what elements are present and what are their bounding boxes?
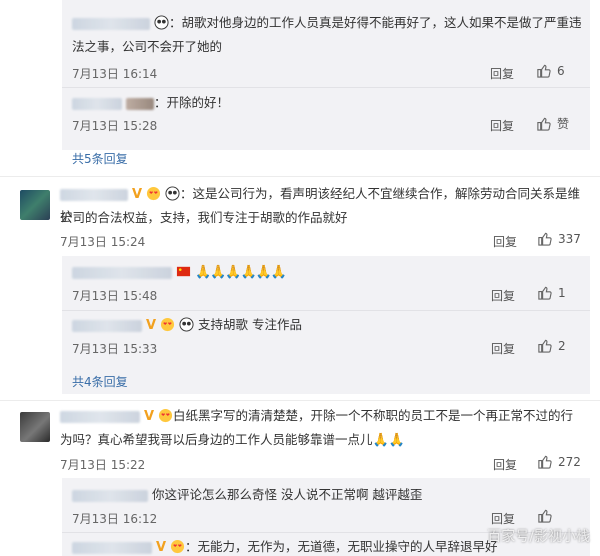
username-emoji-blur bbox=[125, 97, 154, 110]
verified-v-icon: V bbox=[155, 539, 167, 555]
reply-text: 你这评论怎么那么奇怪 没人说不正常啊 越评越歪 bbox=[151, 487, 423, 502]
username[interactable] bbox=[72, 266, 172, 279]
timestamp: 7月13日 16:14 bbox=[72, 67, 158, 81]
like-count: 6 bbox=[557, 63, 565, 78]
like-button[interactable]: 272 bbox=[537, 454, 581, 469]
comment-text: 白纸黑字写的清清楚楚，开除一个不称职的员工不是一个再正常不过的行 bbox=[173, 408, 574, 423]
timestamp: 7月13日 15:33 bbox=[72, 342, 158, 356]
comment-divider bbox=[0, 176, 600, 177]
reply-button[interactable]: 回复 bbox=[493, 456, 517, 473]
reply-text-cont: 法之事，公司不会开了她的 bbox=[72, 39, 223, 54]
panda-emoji-icon bbox=[179, 317, 194, 332]
thumbs-up-icon bbox=[538, 286, 552, 300]
timestamp: 7月13日 16:12 bbox=[72, 512, 158, 526]
love-face-icon bbox=[158, 408, 173, 423]
more-replies-link[interactable]: 共4条回复 bbox=[72, 373, 128, 390]
like-button[interactable]: 1 bbox=[537, 285, 566, 300]
username[interactable] bbox=[72, 541, 152, 554]
reply-item: ：胡歌对他身边的工作人员真是好得不能再好了，这人如果不是做了严重违 bbox=[72, 12, 592, 34]
like-count: 1 bbox=[558, 285, 566, 300]
verified-v-icon: V bbox=[131, 186, 143, 202]
love-face-icon bbox=[146, 186, 161, 201]
reply-text: 支持胡歌 专注作品 bbox=[198, 317, 302, 332]
username[interactable] bbox=[60, 410, 140, 423]
divider bbox=[62, 87, 590, 88]
like-count: 272 bbox=[558, 454, 581, 469]
reply-button[interactable]: 回复 bbox=[491, 287, 515, 304]
reply-item: 你这评论怎么那么奇怪 没人说不正常啊 越评越歪 bbox=[72, 484, 422, 506]
timestamp: 7月13日 15:24 bbox=[60, 235, 146, 249]
like-button[interactable]: 337 bbox=[537, 231, 581, 246]
like-button[interactable] bbox=[537, 508, 552, 523]
like-button[interactable]: 赞 bbox=[536, 115, 569, 132]
divider bbox=[62, 310, 590, 311]
username[interactable] bbox=[72, 97, 122, 110]
thumbs-up-icon bbox=[537, 64, 551, 78]
thumbs-up-icon bbox=[538, 232, 552, 246]
like-count: 2 bbox=[558, 338, 566, 353]
username[interactable] bbox=[72, 319, 142, 332]
like-button[interactable]: 6 bbox=[536, 63, 565, 78]
watermark: 百家号/影视小栈 bbox=[487, 529, 590, 545]
verified-v-icon: V bbox=[143, 408, 155, 424]
reply-text: ：胡歌对他身边的工作人员真是好得不能再好了，这人如果不是做了严重违 bbox=[168, 15, 582, 30]
avatar[interactable] bbox=[20, 190, 50, 220]
timestamp: 7月13日 15:28 bbox=[72, 119, 158, 133]
reply-button[interactable]: 回复 bbox=[490, 65, 514, 82]
comment-text-cont: 公司的合法权益，支持，我们专注于胡歌的作品就好 bbox=[60, 210, 348, 225]
reply-item: V ：无能力，无作为，无道德，无职业操守的人早辞退早好 bbox=[72, 536, 498, 556]
panda-emoji-icon bbox=[154, 15, 169, 30]
thumbs-up-icon bbox=[538, 339, 552, 353]
like-button[interactable]: 2 bbox=[537, 338, 566, 353]
reply-text: ：无能力，无作为，无道德，无职业操守的人早辞退早好 bbox=[185, 539, 498, 554]
thumbs-up-icon bbox=[537, 117, 551, 131]
love-face-icon bbox=[160, 317, 175, 332]
avatar[interactable] bbox=[20, 412, 50, 442]
panda-emoji-icon bbox=[165, 186, 180, 201]
verified-v-icon: V bbox=[145, 317, 157, 333]
thumbs-up-icon bbox=[538, 455, 552, 469]
comment-item: V 白纸黑字写的清清楚楚，开除一个不称职的员工不是一个再正常不过的行 bbox=[60, 405, 590, 428]
username[interactable] bbox=[72, 17, 150, 30]
timestamp: 7月13日 15:22 bbox=[60, 458, 146, 472]
like-label: 赞 bbox=[557, 117, 570, 131]
comment-divider bbox=[0, 400, 600, 401]
love-face-icon bbox=[170, 539, 185, 554]
thumbs-up-icon bbox=[538, 509, 552, 523]
china-flag-icon bbox=[176, 266, 191, 277]
clap-emoji-pair: 🙏🙏 bbox=[372, 433, 405, 448]
more-replies-link[interactable]: 共5条回复 bbox=[72, 150, 128, 167]
reply-button[interactable]: 回复 bbox=[491, 340, 515, 357]
clap-emoji-row: 🙏🙏🙏🙏🙏🙏 bbox=[194, 265, 287, 280]
reply-button[interactable]: 回复 bbox=[490, 117, 514, 134]
timestamp: 7月13日 15:48 bbox=[72, 289, 158, 303]
like-count: 337 bbox=[558, 231, 581, 246]
reply-item: ：开除的好！ bbox=[72, 92, 229, 114]
username[interactable] bbox=[72, 489, 148, 502]
comment-text-cont: 为吗？真心希望我哥以后身边的工作人员能够靠谱一点儿🙏🙏 bbox=[60, 432, 405, 448]
reply-item: 🙏🙏🙏🙏🙏🙏 bbox=[72, 261, 287, 284]
reply-button[interactable]: 回复 bbox=[491, 510, 515, 527]
reply-button[interactable]: 回复 bbox=[493, 233, 517, 250]
reply-item: V 支持胡歌 专注作品 bbox=[72, 314, 302, 337]
reply-text: ：开除的好！ bbox=[153, 95, 229, 110]
username[interactable] bbox=[60, 188, 128, 201]
